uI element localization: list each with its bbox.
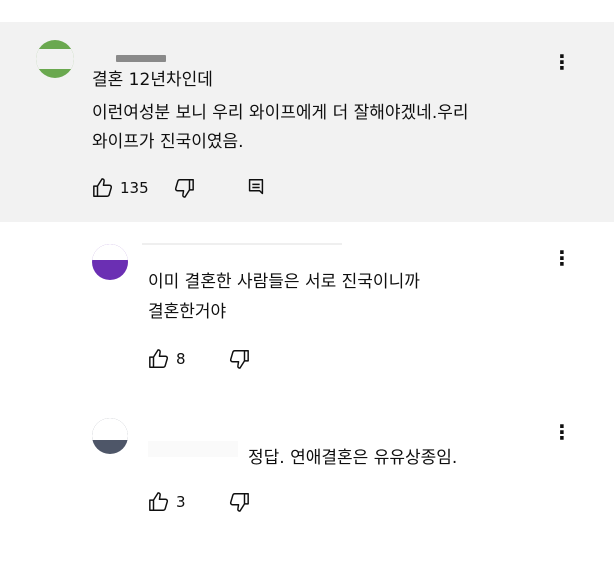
like-count: 3: [176, 493, 186, 511]
comment-actions: 8: [148, 348, 250, 370]
comment-menu-button[interactable]: ⋮: [552, 422, 572, 442]
thumb-down-icon: [228, 491, 250, 513]
reply-icon: [245, 177, 267, 199]
comment-text-line-3: 와이프가 진국이였음.: [92, 132, 244, 152]
commenter-name-redacted: [148, 441, 238, 457]
dislike-button[interactable]: [228, 491, 250, 513]
like-button[interactable]: 8: [148, 348, 186, 370]
commenter-avatar[interactable]: [92, 244, 128, 280]
comment-text-line-1: 이미 결혼한 사람들은 서로 진국이니까: [148, 272, 420, 292]
like-button[interactable]: 3: [148, 491, 186, 513]
like-count: 8: [176, 350, 186, 368]
comment-menu-button[interactable]: ⋮: [552, 52, 572, 72]
comment-highlighted: ⋮ 결혼 12년차인데 이런여성분 보니 우리 와이프에게 더 잘해야겠네.우리…: [0, 22, 614, 222]
like-count: 135: [120, 179, 149, 197]
comment-menu-button[interactable]: ⋮: [552, 248, 572, 268]
thumb-down-icon: [228, 348, 250, 370]
thumb-down-icon: [173, 177, 195, 199]
commenter-name-redacted: [116, 55, 166, 62]
reply-comment-1: ⋮ 이미 결혼한 사람들은 서로 진국이니까 결혼한거야 8: [0, 228, 614, 388]
reply-button[interactable]: [245, 177, 267, 199]
commenter-avatar[interactable]: [36, 40, 74, 78]
dislike-button[interactable]: [228, 348, 250, 370]
thumb-up-icon: [148, 348, 170, 370]
comment-text-line-1: 결혼 12년차인데: [92, 70, 213, 90]
comment-actions: 3: [148, 491, 250, 513]
commenter-name-redacted: [142, 243, 342, 245]
commenter-avatar[interactable]: [92, 418, 128, 454]
comment-text-line-1: 정답. 연애결혼은 유유상종임.: [248, 448, 458, 468]
reply-comment-2: ⋮ 정답. 연애결혼은 유유상종임. 3: [0, 410, 614, 530]
like-button[interactable]: 135: [92, 177, 149, 199]
comment-text-line-2: 결혼한거야: [148, 302, 227, 322]
comment-actions: 135: [92, 177, 267, 199]
dislike-button[interactable]: [173, 177, 195, 199]
thumb-up-icon: [148, 491, 170, 513]
thumb-up-icon: [92, 177, 114, 199]
comment-text-line-2: 이런여성분 보니 우리 와이프에게 더 잘해야겠네.우리: [92, 103, 469, 123]
